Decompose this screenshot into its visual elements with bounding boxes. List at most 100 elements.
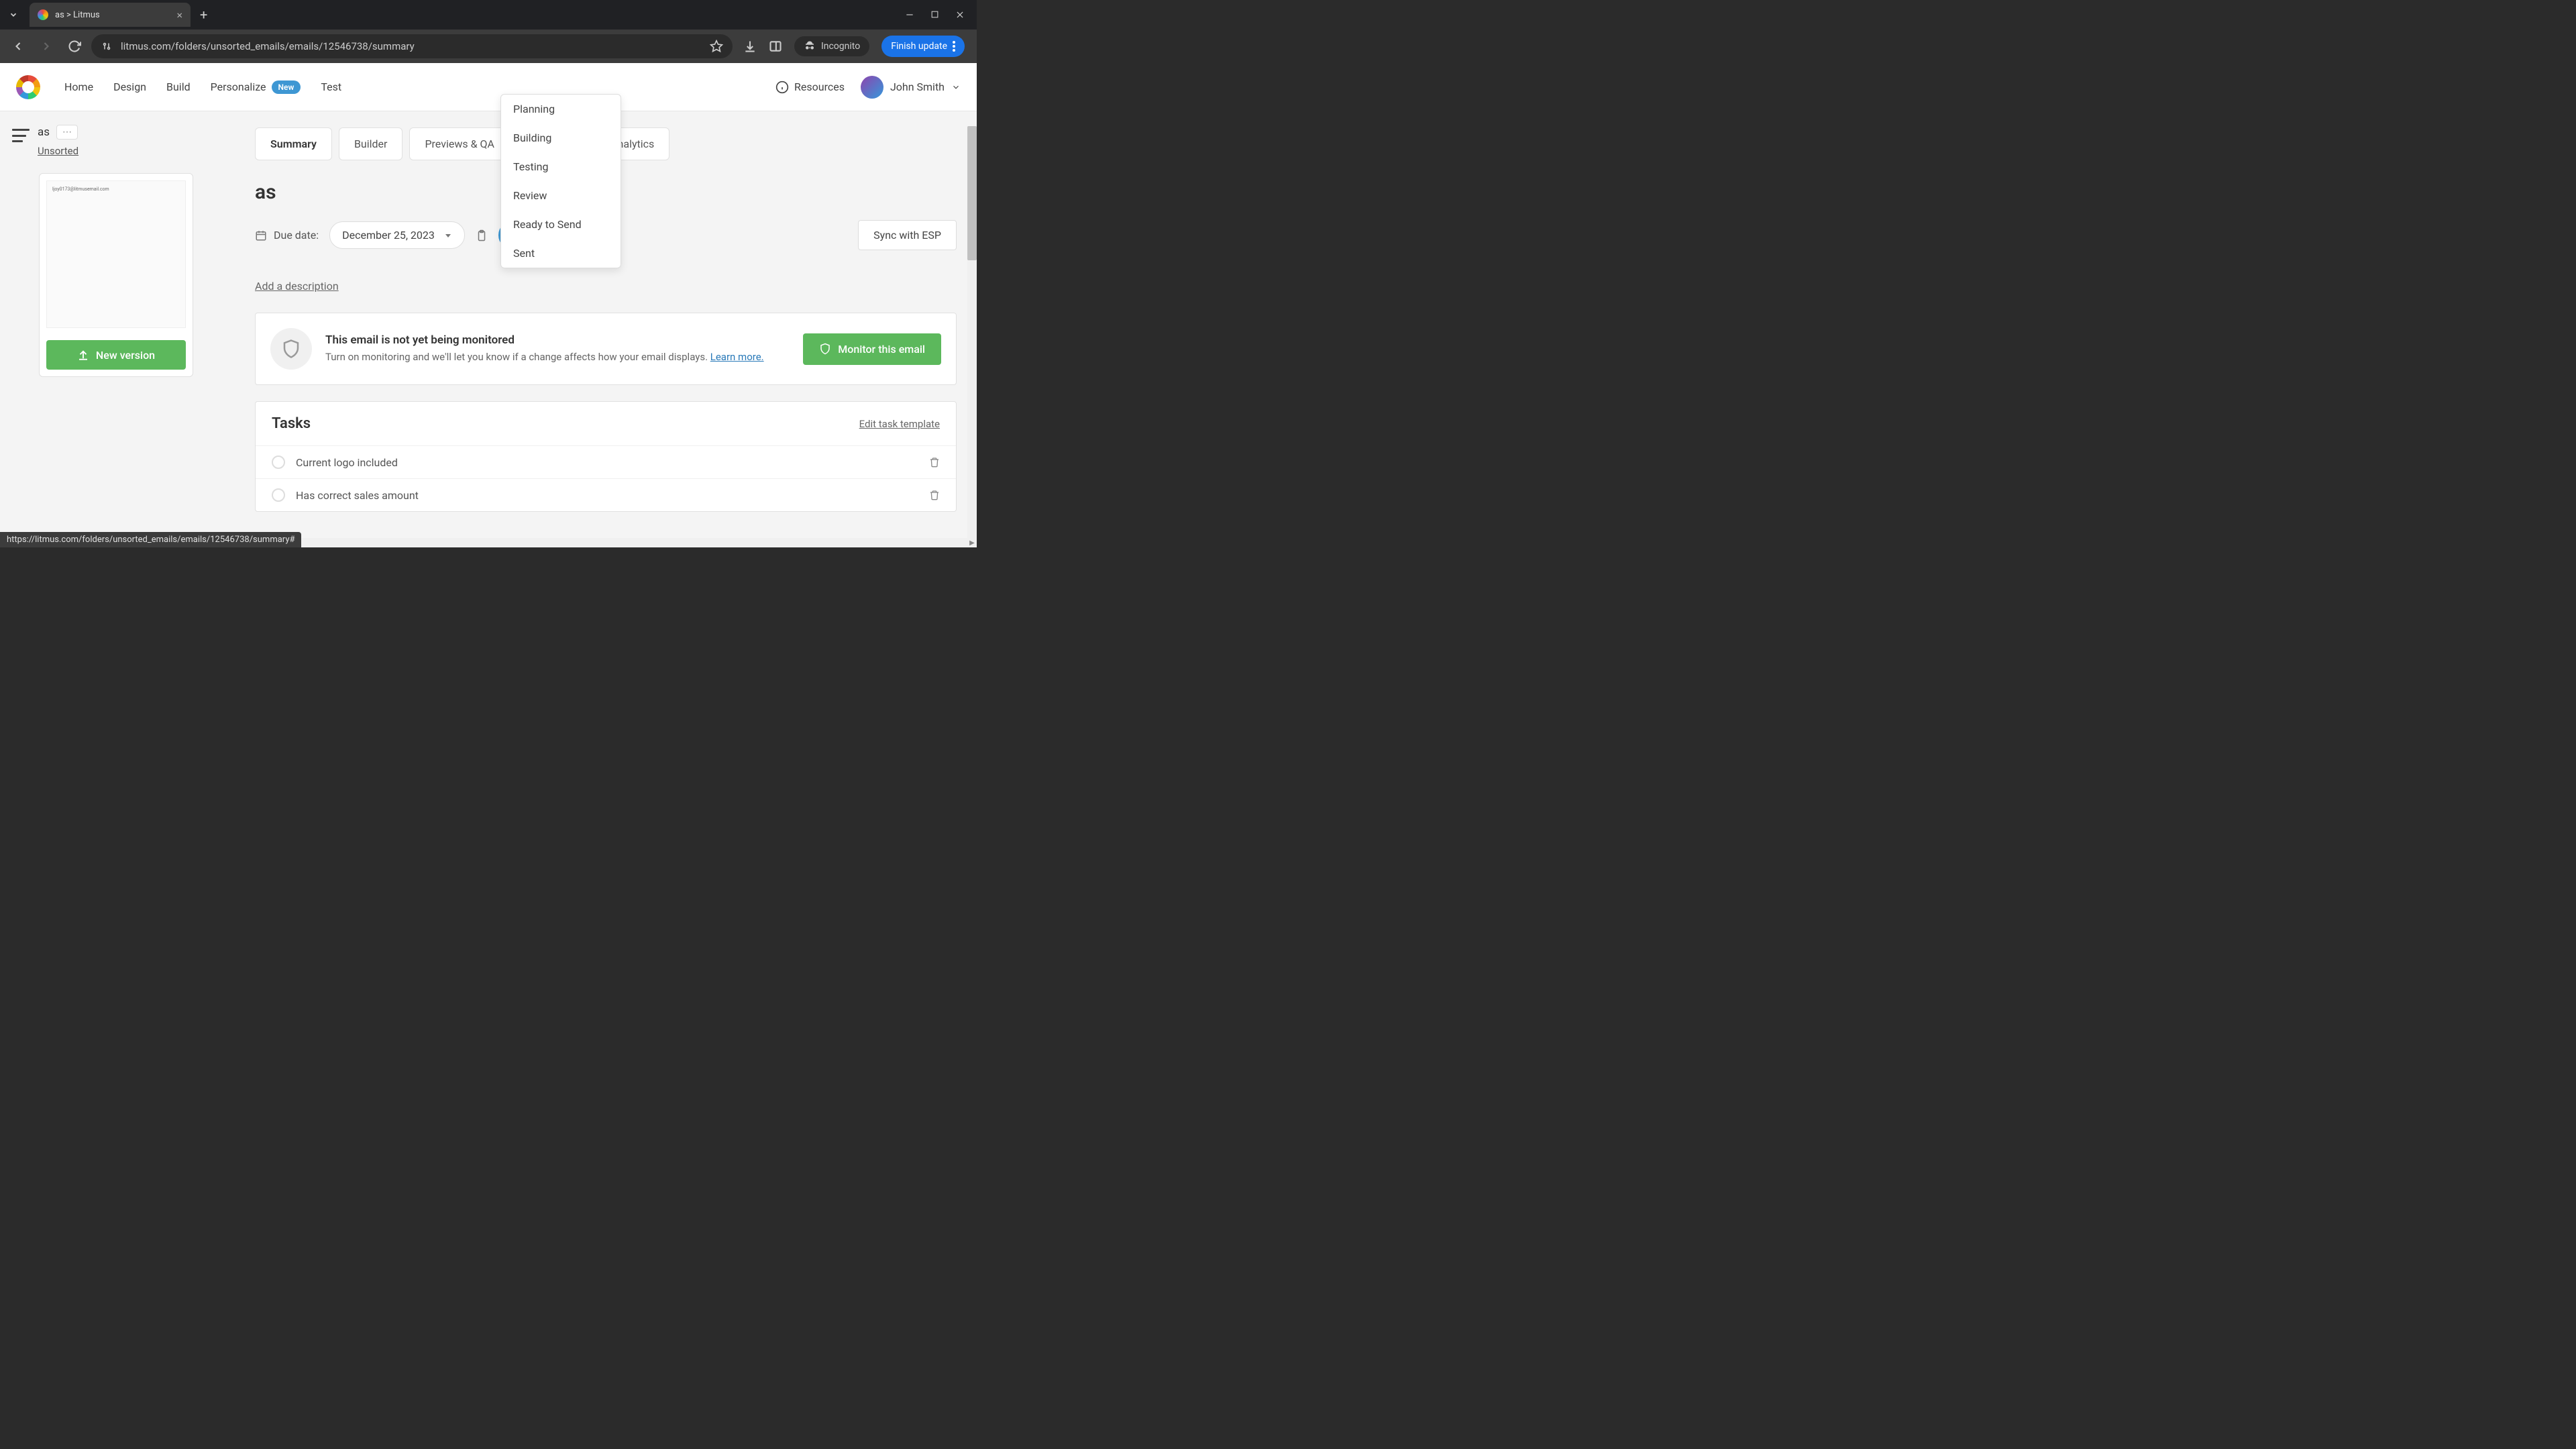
new-tab-button[interactable]: +: [191, 7, 217, 23]
date-value: December 25, 2023: [342, 229, 435, 241]
url-text: litmus.com/folders/unsorted_emails/email…: [121, 40, 702, 52]
tasks-title: Tasks: [272, 415, 311, 432]
tab-summary[interactable]: Summary: [255, 127, 332, 160]
add-description-link[interactable]: Add a description: [255, 280, 339, 292]
incognito-badge[interactable]: Incognito: [794, 36, 869, 56]
chevron-down-icon: [444, 231, 452, 239]
app-header: Home Design Build Personalize New Test R…: [0, 63, 977, 111]
status-option-sent[interactable]: Sent: [501, 239, 621, 268]
more-button[interactable]: ⋯: [56, 125, 78, 140]
clipboard-icon[interactable]: [476, 229, 488, 241]
tab-list-dropdown[interactable]: [0, 10, 27, 19]
status-option-ready[interactable]: Ready to Send: [501, 210, 621, 239]
window-controls: [905, 10, 977, 19]
site-info-icon[interactable]: [101, 40, 113, 52]
chevron-down-icon: [951, 83, 961, 92]
task-checkbox[interactable]: [272, 488, 285, 502]
star-icon[interactable]: [710, 40, 723, 53]
litmus-logo[interactable]: [16, 75, 40, 99]
monitor-body: Turn on monitoring and we'll let you kno…: [325, 350, 790, 365]
reload-button[interactable]: [63, 35, 86, 58]
sync-esp-button[interactable]: Sync with ESP: [858, 220, 957, 250]
edit-task-template-link[interactable]: Edit task template: [859, 418, 940, 430]
nav-build[interactable]: Build: [166, 80, 191, 94]
info-icon: [775, 80, 789, 94]
task-row: Has correct sales amount: [256, 478, 956, 511]
incognito-icon: [804, 40, 816, 52]
tasks-card: Tasks Edit task template Current logo in…: [255, 401, 957, 512]
minimize-icon[interactable]: [905, 10, 914, 19]
nav-personalize-label: Personalize: [211, 80, 266, 93]
monitor-card: This email is not yet being monitored Tu…: [255, 313, 957, 385]
resources-label: Resources: [794, 80, 845, 93]
monitor-body-text: Turn on monitoring and we'll let you kno…: [325, 351, 710, 363]
tab-builder[interactable]: Builder: [339, 127, 403, 160]
status-dropdown: Planning Building Testing Review Ready t…: [500, 94, 621, 268]
sidebar-header: as ⋯ Unsorted: [12, 125, 223, 157]
shield-icon: [281, 339, 301, 359]
shield-circle: [270, 328, 312, 370]
tasks-header: Tasks Edit task template: [256, 402, 956, 445]
tab-close-icon[interactable]: ×: [176, 9, 182, 21]
user-menu[interactable]: John Smith: [861, 76, 961, 99]
email-preview-card[interactable]: ljoy0173@litmusemail.com New version: [39, 173, 193, 377]
monitor-button-label: Monitor this email: [838, 343, 925, 356]
incognito-label: Incognito: [821, 41, 860, 52]
user-name: John Smith: [890, 80, 945, 93]
preview-from: ljoy0173@litmusemail.com: [52, 186, 109, 192]
upload-icon: [77, 349, 89, 361]
task-label: Current logo included: [296, 456, 918, 469]
nav-test[interactable]: Test: [321, 80, 341, 94]
forward-button[interactable]: [35, 35, 58, 58]
maximize-icon[interactable]: [930, 10, 939, 19]
task-delete-icon[interactable]: [929, 490, 940, 500]
calendar-icon: [255, 229, 267, 241]
nav-home[interactable]: Home: [64, 80, 93, 94]
new-version-button[interactable]: New version: [46, 340, 186, 370]
shield-icon: [819, 343, 831, 355]
nav-personalize[interactable]: Personalize New: [211, 80, 301, 94]
tab-previews-qa[interactable]: Previews & QA: [409, 127, 510, 160]
status-option-planning[interactable]: Planning: [501, 95, 621, 123]
hamburger-icon[interactable]: [12, 129, 30, 142]
url-bar[interactable]: litmus.com/folders/unsorted_emails/email…: [91, 34, 733, 58]
date-picker[interactable]: December 25, 2023: [329, 221, 465, 249]
main-nav: Home Design Build Personalize New Test: [64, 80, 341, 94]
app-root: Home Design Build Personalize New Test R…: [0, 63, 977, 547]
back-button[interactable]: [7, 35, 30, 58]
monitor-email-button[interactable]: Monitor this email: [803, 333, 941, 365]
tab-bar: as > Litmus × +: [0, 0, 977, 30]
finsh-update-button[interactable]: Finish update: [881, 36, 965, 57]
folder-link[interactable]: Unsorted: [38, 145, 78, 157]
menu-dots-icon: [953, 41, 955, 52]
task-checkbox[interactable]: [272, 455, 285, 469]
due-date-text: Due date:: [274, 229, 319, 241]
close-icon[interactable]: [955, 10, 965, 19]
nav-design[interactable]: Design: [113, 80, 146, 94]
downloads-icon[interactable]: [743, 40, 757, 53]
browser-status-bar: https://litmus.com/folders/unsorted_emai…: [0, 532, 301, 547]
sidepanel-icon[interactable]: [769, 40, 782, 53]
vertical-scrollbar[interactable]: [967, 126, 977, 538]
task-label: Has correct sales amount: [296, 489, 918, 502]
new-badge: New: [272, 80, 301, 94]
avatar: [861, 76, 883, 99]
sidebar-title: as: [38, 125, 50, 139]
browser-tab[interactable]: as > Litmus ×: [30, 3, 191, 27]
status-option-building[interactable]: Building: [501, 123, 621, 152]
browser-chrome: as > Litmus × + litmus.com/folders/unsor…: [0, 0, 977, 63]
nav-bar: litmus.com/folders/unsorted_emails/email…: [0, 30, 977, 63]
status-option-review[interactable]: Review: [501, 181, 621, 210]
monitor-heading: This email is not yet being monitored: [325, 333, 790, 347]
monitor-text: This email is not yet being monitored Tu…: [325, 333, 790, 365]
learn-more-link[interactable]: Learn more.: [710, 351, 764, 363]
toolbar-right: Incognito Finish update: [738, 36, 970, 57]
tab-favicon: [38, 9, 48, 20]
task-row: Current logo included: [256, 445, 956, 478]
task-delete-icon[interactable]: [929, 457, 940, 468]
resources-link[interactable]: Resources: [775, 80, 845, 94]
tab-title: as > Litmus: [55, 10, 100, 20]
status-option-testing[interactable]: Testing: [501, 152, 621, 181]
header-right: Resources John Smith: [775, 76, 961, 99]
preview-inner: ljoy0173@litmusemail.com: [46, 180, 186, 328]
